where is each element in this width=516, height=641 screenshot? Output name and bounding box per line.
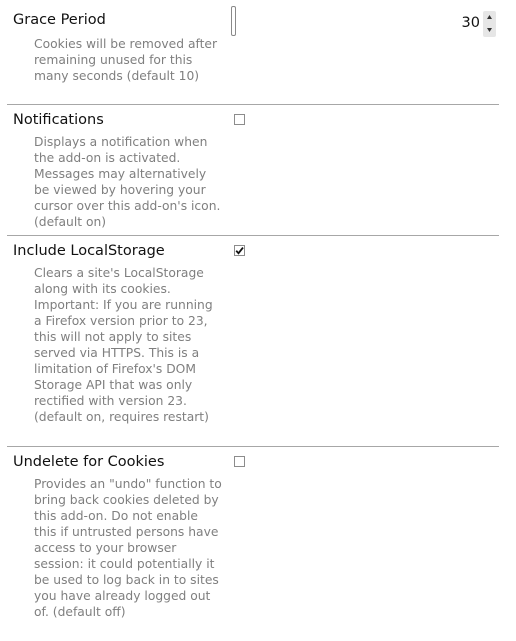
undelete-checkbox[interactable] (234, 456, 245, 467)
pref-description: Displays a notification when the add-on … (34, 135, 221, 229)
pref-undelete-cookies: Undelete for Cookies Provides an "undo" … (7, 447, 499, 641)
grace-period-spinner[interactable] (483, 11, 496, 37)
pref-title: Notifications (13, 112, 104, 128)
spinner-up-icon[interactable] (483, 11, 496, 24)
number-field-edge (231, 6, 236, 36)
pref-title: Undelete for Cookies (13, 454, 165, 470)
pref-description: Clears a site's LocalStorage along with … (34, 266, 213, 424)
pref-description: Cookies will be removed after remaining … (34, 37, 218, 83)
checkmark-icon (235, 247, 244, 255)
pref-notifications: Notifications Displays a notification wh… (7, 105, 499, 236)
pref-title: Grace Period (13, 12, 106, 28)
grace-period-number-field[interactable]: 30 (231, 6, 496, 37)
pref-grace-period: Grace Period 30 Cookies will be removed … (7, 4, 499, 105)
spinner-down-icon[interactable] (483, 24, 496, 37)
notifications-checkbox[interactable] (234, 114, 245, 125)
pref-include-localstorage: Include LocalStorage Clears a site's Loc… (7, 236, 499, 447)
grace-period-value[interactable]: 30 (462, 15, 480, 31)
pref-description: Provides an "undo" function to bring bac… (34, 477, 222, 619)
localstorage-checkbox[interactable] (234, 245, 245, 256)
pref-title: Include LocalStorage (13, 243, 165, 259)
